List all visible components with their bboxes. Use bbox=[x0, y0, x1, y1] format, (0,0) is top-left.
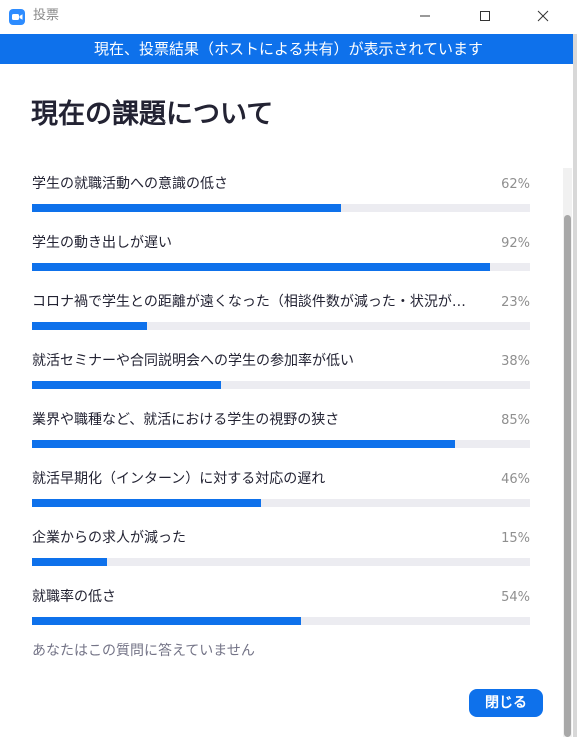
poll-option-label: 就活セミナーや合同説明会への学生の参加率が低い bbox=[32, 353, 354, 369]
result-bar-fill bbox=[32, 204, 341, 212]
result-bar-track bbox=[32, 617, 530, 625]
result-bar-fill bbox=[32, 558, 107, 566]
poll-option-label: 学生の就職活動への意識の低さ bbox=[32, 176, 228, 192]
poll-option-percent: 85% bbox=[501, 413, 530, 428]
poll-option: 学生の就職活動への意識の低さ 62% bbox=[32, 168, 530, 227]
minimize-button[interactable] bbox=[402, 0, 448, 32]
poll-option-percent: 62% bbox=[501, 177, 530, 192]
result-bar-track bbox=[32, 499, 530, 507]
poll-option: 学生の動き出しが遅い 92% bbox=[32, 227, 530, 286]
close-button[interactable]: 閉じる bbox=[469, 689, 543, 717]
poll-option-percent: 38% bbox=[501, 354, 530, 369]
zoom-video-icon bbox=[9, 9, 25, 25]
poll-option-percent: 23% bbox=[501, 295, 530, 310]
poll-option: 就職率の低さ 54% bbox=[32, 581, 530, 640]
scrollbar[interactable] bbox=[563, 168, 572, 737]
result-bar-track bbox=[32, 204, 530, 212]
poll-option-label: 就活早期化（インターン）に対する対応の遅れ bbox=[32, 471, 326, 487]
not-answered-status: あなたはこの質問に答えていません bbox=[32, 643, 255, 659]
poll-option: 就活早期化（インターン）に対する対応の遅れ 46% bbox=[32, 463, 530, 522]
poll-option-percent: 54% bbox=[501, 590, 530, 605]
close-icon bbox=[537, 10, 549, 22]
result-bar-fill bbox=[32, 381, 222, 389]
poll-option-percent: 46% bbox=[501, 472, 530, 487]
poll-option: 業界や職種など、就活における学生の視野の狭さ 85% bbox=[32, 404, 530, 463]
result-bar-fill bbox=[32, 322, 147, 330]
poll-option: 企業からの求人が減った 15% bbox=[32, 522, 530, 581]
result-bar-track bbox=[32, 440, 530, 448]
poll-option-label: 学生の動き出しが遅い bbox=[32, 235, 172, 251]
poll-option-label: 企業からの求人が減った bbox=[32, 530, 186, 546]
poll-option-label: コロナ禍で学生との距離が遠くなった（相談件数が減った・状況が… bbox=[32, 294, 466, 310]
maximize-icon bbox=[480, 11, 490, 21]
result-bar-track bbox=[32, 263, 530, 271]
title-bar: 投票 bbox=[0, 0, 577, 34]
sharing-banner: 現在、投票結果（ホストによる共有）が表示されています bbox=[0, 34, 577, 64]
poll-results-list: 学生の就職活動への意識の低さ 62% 学生の動き出しが遅い 92% コロナ禍で学… bbox=[32, 168, 530, 640]
result-bar-track bbox=[32, 381, 530, 389]
poll-option: コロナ禍で学生との距離が遠くなった（相談件数が減った・状況が… 23% bbox=[32, 286, 530, 345]
poll-option-percent: 15% bbox=[501, 531, 530, 546]
poll-title: 現在の課題について bbox=[31, 99, 274, 130]
poll-option-percent: 92% bbox=[501, 236, 530, 251]
window-title: 投票 bbox=[33, 8, 60, 23]
result-bar-fill bbox=[32, 440, 456, 448]
result-bar-track bbox=[32, 322, 530, 330]
scrollbar-thumb[interactable] bbox=[564, 215, 571, 737]
poll-option-label: 業界や職種など、就活における学生の視野の狭さ bbox=[32, 412, 340, 428]
close-window-button[interactable] bbox=[520, 0, 566, 32]
poll-option: 就活セミナーや合同説明会への学生の参加率が低い 38% bbox=[32, 345, 530, 404]
background-edge bbox=[573, 34, 577, 737]
result-bar-fill bbox=[32, 499, 262, 507]
result-bar-track bbox=[32, 558, 530, 566]
maximize-button[interactable] bbox=[462, 0, 508, 32]
minimize-icon bbox=[420, 15, 430, 17]
poll-option-label: 就職率の低さ bbox=[32, 589, 116, 605]
result-bar-fill bbox=[32, 263, 491, 271]
result-bar-fill bbox=[32, 617, 301, 625]
